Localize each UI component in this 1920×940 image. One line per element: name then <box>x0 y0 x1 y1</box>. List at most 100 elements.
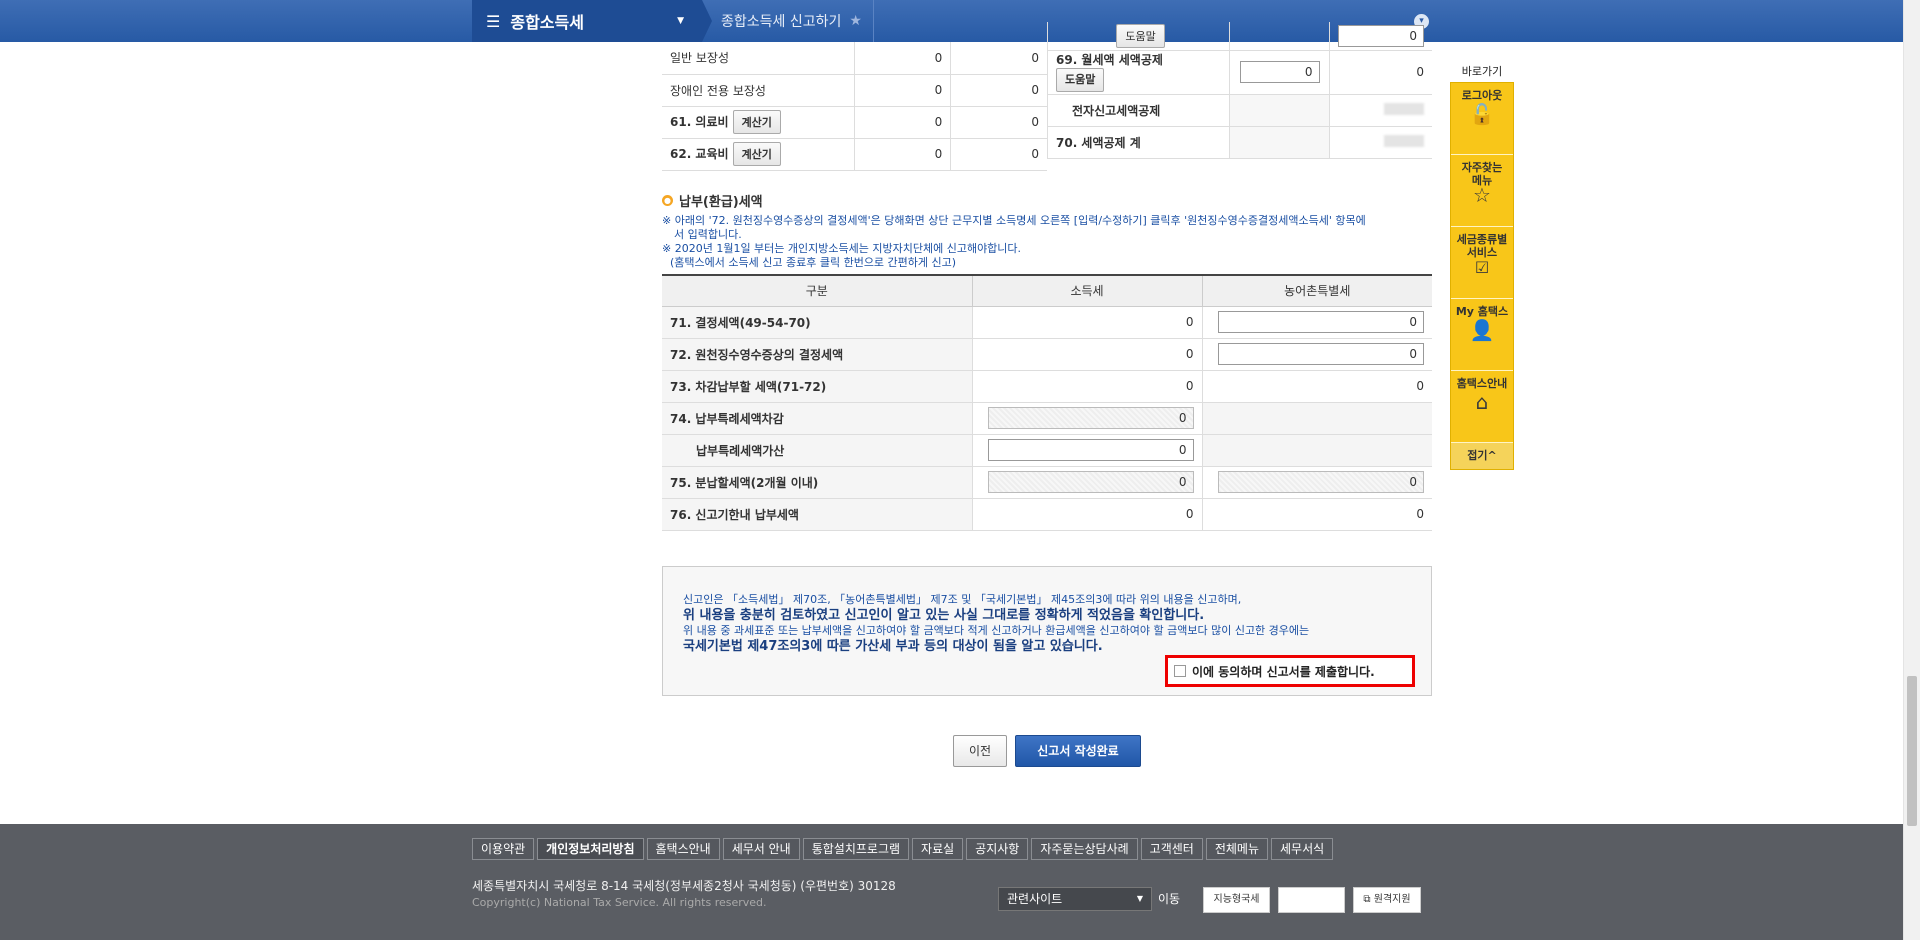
row-label: 69. 월세액 세액공제 <box>1056 53 1163 67</box>
top-header: ☰ 종합소득세 ▼ 종합소득세 신고하기 ★ ▾ <box>0 0 1920 42</box>
notice-text: ※ 아래의 '72. 원천징수영수증상의 결정세액'은 당해화면 상단 근무지별… <box>662 214 1432 270</box>
quick-item-label: My 홈택스 <box>1455 305 1509 318</box>
help-button[interactable]: 도움말 <box>1116 23 1165 48</box>
scrollbar[interactable] <box>1903 0 1920 940</box>
empty-cell <box>1229 126 1330 159</box>
masked-value <box>1384 102 1424 115</box>
rural-tax-input[interactable]: 0 <box>1218 311 1424 333</box>
table-row: 70. 세액공제 계 <box>1047 126 1432 159</box>
quick-menu-list: 로그아웃 🔓 자주찾는 메뉴 ☆ 세금종류별 서비스 ☑ My 홈택스 👤 홈택… <box>1450 82 1514 470</box>
row-label: 61. 의료비 <box>670 115 729 129</box>
input-field[interactable]: 0 <box>1338 24 1424 47</box>
house-icon: ⌂ <box>1475 390 1489 414</box>
chevron-down-icon: ▼ <box>1136 894 1143 903</box>
value-cell: 0 <box>853 42 951 75</box>
bullet-icon: ● <box>662 195 673 206</box>
input-cell: 0 <box>1202 466 1432 499</box>
quick-menu: 바로가기 로그아웃 🔓 자주찾는 메뉴 ☆ 세금종류별 서비스 ☑ My 홈택스… <box>1450 62 1514 470</box>
quick-menu-title: 바로가기 <box>1461 65 1503 78</box>
agree-label[interactable]: 이에 동의하며 신고서를 제출합니다. <box>1192 663 1375 680</box>
value-cell: 0 <box>972 338 1203 371</box>
footer-link[interactable]: 전체메뉴 <box>1205 838 1269 860</box>
medical-calculator-button[interactable]: 계산기 <box>732 110 781 134</box>
rent-help-button[interactable]: 도움말 <box>1056 68 1105 92</box>
rural-tax-input[interactable]: 0 <box>1218 343 1424 365</box>
footer-link[interactable]: 자료실 <box>912 838 964 860</box>
row-label: 72. 원천징수영수증상의 결정세액 <box>662 338 973 371</box>
payment-table: 구분 소득세 농어촌특별세 71. 결정세액(49-54-70) 0 0 72.… <box>662 274 1432 531</box>
declaration-line: 신고인은 「소득세법」 제70조, 「농어촌특별세법」 제7조 및 「국세기본법… <box>683 593 1242 606</box>
section-title: ● 납부(환급)세액 <box>662 191 763 210</box>
quick-favorites[interactable]: 자주찾는 메뉴 ☆ <box>1451 155 1513 227</box>
agree-checkbox[interactable] <box>1174 665 1186 677</box>
empty-cell <box>1202 434 1432 467</box>
agree-checkbox-area[interactable]: 이에 동의하며 신고서를 제출합니다. <box>1165 655 1415 687</box>
notice-line: ※ 아래의 '72. 원천징수영수증상의 결정세액'은 당해화면 상단 근무지별… <box>662 214 1366 227</box>
row-label: 62. 교육비 <box>670 147 729 161</box>
table-row: 76. 신고기한내 납부세액 0 0 <box>662 498 1432 531</box>
value-cell: 0 <box>950 42 1047 75</box>
value-cell: 0 <box>950 138 1047 171</box>
footer-badge-2[interactable] <box>1278 887 1345 913</box>
rent-credit-input[interactable]: 0 <box>1239 61 1320 83</box>
table-row: 납부특례세액가산 0 <box>662 434 1432 467</box>
credit-total-label: 70. 세액공제 계 <box>1047 126 1230 159</box>
value-cell: 0 <box>1202 498 1432 531</box>
quick-hometax-guide[interactable]: 홈택스안내 ⌂ <box>1451 371 1513 443</box>
main-menu-toggle[interactable]: ☰ 종합소득세 ▼ <box>472 0 702 42</box>
quick-item-label: 로그아웃 <box>1461 89 1503 102</box>
table-row: 전자신고세액공제 <box>1047 94 1432 127</box>
special-add-input[interactable]: 0 <box>987 439 1194 461</box>
declaration-line: 위 내용을 충분히 검토하였고 신고인이 알고 있는 사실 그대로를 정확하게 … <box>683 608 1205 623</box>
value-cell: 0 <box>950 74 1047 107</box>
disabled-input: 0 <box>987 407 1194 429</box>
prev-button[interactable]: 이전 <box>953 735 1007 767</box>
quick-item-label: 홈택스안내 <box>1456 377 1508 390</box>
footer-copyright: Copyright(c) National Tax Service. All r… <box>472 896 767 909</box>
quick-fold-button[interactable]: 접기^ <box>1451 443 1513 469</box>
empty-cell <box>1202 402 1432 435</box>
empty-cell <box>1229 22 1330 51</box>
quick-my-hometax[interactable]: My 홈택스 👤 <box>1451 299 1513 371</box>
e-filing-credit-label: 전자신고세액공제 <box>1047 94 1230 127</box>
declaration-line: 위 내용 중 과세표준 또는 납부세액을 신고하여야 할 금액보다 적게 신고하… <box>683 624 1310 637</box>
table-row: 75. 분납할세액(2개월 이내) 0 0 <box>662 466 1432 499</box>
value-cell <box>1328 126 1432 159</box>
row-label: 장애인 전용 보장성 <box>662 74 855 107</box>
footer-badge-1[interactable]: 지능형국세 <box>1203 887 1270 913</box>
value-cell: 0 <box>1328 50 1432 95</box>
check-icon: ☑ <box>1474 258 1490 277</box>
quick-logout[interactable]: 로그아웃 🔓 <box>1451 83 1513 155</box>
footer-link[interactable]: 홈택스안내 <box>646 838 720 860</box>
footer-link[interactable]: 세무서 안내 <box>722 838 800 860</box>
rent-credit-label: 69. 월세액 세액공제 도움말 <box>1047 50 1230 95</box>
complete-button[interactable]: 신고서 작성완료 <box>1015 735 1141 767</box>
column-header: 소득세 <box>972 275 1203 307</box>
breadcrumb[interactable]: 종합소득세 신고하기 ★ <box>721 0 862 42</box>
remote-support-label: 원격지원 <box>1373 894 1411 905</box>
star-icon[interactable]: ★ <box>849 13 862 29</box>
footer-link[interactable]: 세무서식 <box>1271 838 1334 860</box>
footer-link-privacy[interactable]: 개인정보처리방침 <box>537 838 644 860</box>
go-button[interactable]: 이동 <box>1158 887 1180 911</box>
row-label: 76. 신고기한내 납부세액 <box>662 498 973 531</box>
input-cell: 0 <box>972 434 1203 467</box>
table-row: 일반 보장성 0 0 <box>662 42 1047 75</box>
unlock-icon: 🔓 <box>1469 102 1495 126</box>
star-icon: ☆ <box>1473 183 1491 207</box>
input-cell: 0 <box>972 402 1203 435</box>
footer-link[interactable]: 자주묻는상담사례 <box>1031 838 1138 860</box>
footer-link[interactable]: 이용약관 <box>472 838 535 860</box>
quick-tax-services[interactable]: 세금종류별 서비스 ☑ <box>1451 227 1513 299</box>
footer-link[interactable]: 통합설치프로그램 <box>802 838 910 860</box>
remote-support-button[interactable]: ⧉ 원격지원 <box>1353 887 1421 913</box>
education-calculator-button[interactable]: 계산기 <box>732 142 781 166</box>
footer: 이용약관 개인정보처리방침 홈택스안내 세무서 안내 통합설치프로그램 자료실 … <box>0 824 1903 940</box>
footer-link[interactable]: 고객센터 <box>1140 838 1203 860</box>
related-sites-select[interactable]: 관련사이트 ▼ <box>998 887 1152 911</box>
input-cell: 0 <box>1202 338 1432 371</box>
table-row: 69. 월세액 세액공제 도움말 0 0 <box>1047 50 1432 95</box>
notice-line: 서 입력합니다. <box>674 228 742 241</box>
scrollbar-thumb[interactable] <box>1907 676 1917 826</box>
footer-link[interactable]: 공지사항 <box>966 838 1029 860</box>
